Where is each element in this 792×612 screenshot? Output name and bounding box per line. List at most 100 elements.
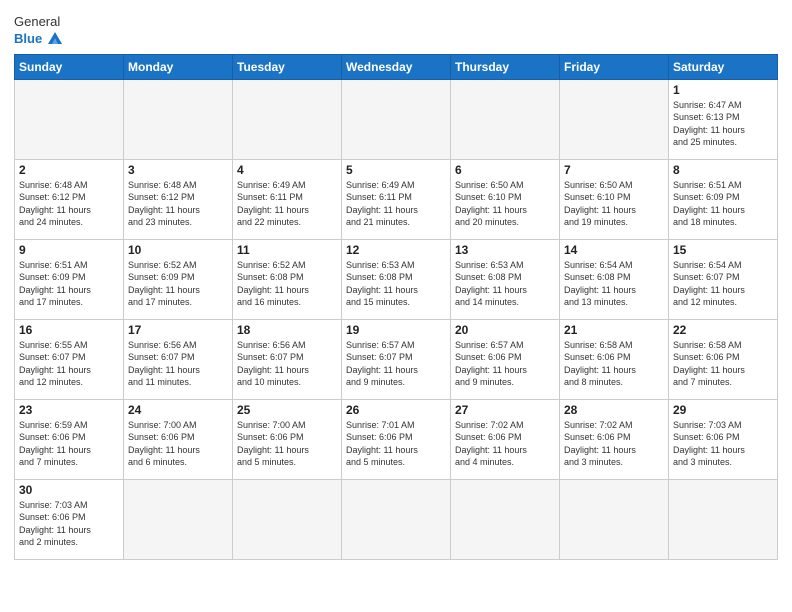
weekday-tuesday: Tuesday bbox=[233, 54, 342, 79]
calendar-cell bbox=[451, 479, 560, 559]
day-number: 11 bbox=[237, 243, 337, 257]
calendar-cell: 22 Sunrise: 6:58 AM Sunset: 6:06 PM Dayli… bbox=[669, 319, 778, 399]
day-number: 6 bbox=[455, 163, 555, 177]
day-info: Sunrise: 6:55 AM Sunset: 6:07 PM Dayligh… bbox=[19, 339, 119, 389]
calendar-cell: 18 Sunrise: 6:56 AM Sunset: 6:07 PM Dayli… bbox=[233, 319, 342, 399]
day-info: Sunrise: 7:02 AM Sunset: 6:06 PM Dayligh… bbox=[564, 419, 664, 469]
calendar-cell: 11 Sunrise: 6:52 AM Sunset: 6:08 PM Dayli… bbox=[233, 239, 342, 319]
calendar-cell: 14 Sunrise: 6:54 AM Sunset: 6:08 PM Dayli… bbox=[560, 239, 669, 319]
calendar-cell: 15 Sunrise: 6:54 AM Sunset: 6:07 PM Dayli… bbox=[669, 239, 778, 319]
day-info: Sunrise: 6:48 AM Sunset: 6:12 PM Dayligh… bbox=[128, 179, 228, 229]
calendar-cell: 9Sunrise: 6:51 AM Sunset: 6:09 PM Daylig… bbox=[15, 239, 124, 319]
day-number: 21 bbox=[564, 323, 664, 337]
day-number: 9 bbox=[19, 243, 119, 257]
calendar-cell bbox=[124, 479, 233, 559]
calendar-cell: 3 Sunrise: 6:48 AM Sunset: 6:12 PM Daylig… bbox=[124, 159, 233, 239]
day-number: 4 bbox=[237, 163, 337, 177]
week-row-4: 16 Sunrise: 6:55 AM Sunset: 6:07 PM Dayli… bbox=[15, 319, 778, 399]
weekday-monday: Monday bbox=[124, 54, 233, 79]
day-number: 20 bbox=[455, 323, 555, 337]
calendar-cell: 19 Sunrise: 6:57 AM Sunset: 6:07 PM Dayli… bbox=[342, 319, 451, 399]
calendar-cell: 6 Sunrise: 6:50 AM Sunset: 6:10 PM Daylig… bbox=[451, 159, 560, 239]
week-row-3: 9Sunrise: 6:51 AM Sunset: 6:09 PM Daylig… bbox=[15, 239, 778, 319]
day-number: 28 bbox=[564, 403, 664, 417]
calendar-cell: 25Sunrise: 7:00 AM Sunset: 6:06 PM Dayli… bbox=[233, 399, 342, 479]
calendar-cell bbox=[15, 79, 124, 159]
day-number: 3 bbox=[128, 163, 228, 177]
calendar-cell bbox=[560, 479, 669, 559]
day-info: Sunrise: 6:57 AM Sunset: 6:06 PM Dayligh… bbox=[455, 339, 555, 389]
calendar-cell: 21 Sunrise: 6:58 AM Sunset: 6:06 PM Dayli… bbox=[560, 319, 669, 399]
calendar-cell: 28 Sunrise: 7:02 AM Sunset: 6:06 PM Dayli… bbox=[560, 399, 669, 479]
calendar-cell: 5Sunrise: 6:49 AM Sunset: 6:11 PM Daylig… bbox=[342, 159, 451, 239]
day-number: 22 bbox=[673, 323, 773, 337]
day-info: Sunrise: 6:54 AM Sunset: 6:07 PM Dayligh… bbox=[673, 259, 773, 309]
day-info: Sunrise: 6:58 AM Sunset: 6:06 PM Dayligh… bbox=[673, 339, 773, 389]
day-number: 23 bbox=[19, 403, 119, 417]
day-info: Sunrise: 6:57 AM Sunset: 6:07 PM Dayligh… bbox=[346, 339, 446, 389]
calendar-cell bbox=[560, 79, 669, 159]
day-number: 19 bbox=[346, 323, 446, 337]
week-row-2: 2 Sunrise: 6:48 AM Sunset: 6:12 PM Daylig… bbox=[15, 159, 778, 239]
day-info: Sunrise: 6:47 AM Sunset: 6:13 PM Dayligh… bbox=[673, 99, 773, 149]
weekday-friday: Friday bbox=[560, 54, 669, 79]
calendar-cell: 12Sunrise: 6:53 AM Sunset: 6:08 PM Dayli… bbox=[342, 239, 451, 319]
calendar-cell: 26 Sunrise: 7:01 AM Sunset: 6:06 PM Dayli… bbox=[342, 399, 451, 479]
day-number: 7 bbox=[564, 163, 664, 177]
day-number: 17 bbox=[128, 323, 228, 337]
day-info: Sunrise: 6:58 AM Sunset: 6:06 PM Dayligh… bbox=[564, 339, 664, 389]
day-number: 10 bbox=[128, 243, 228, 257]
calendar-cell: 17 Sunrise: 6:56 AM Sunset: 6:07 PM Dayli… bbox=[124, 319, 233, 399]
day-number: 13 bbox=[455, 243, 555, 257]
weekday-saturday: Saturday bbox=[669, 54, 778, 79]
calendar-cell: 29Sunrise: 7:03 AM Sunset: 6:06 PM Dayli… bbox=[669, 399, 778, 479]
calendar-cell: 1 Sunrise: 6:47 AM Sunset: 6:13 PM Daylig… bbox=[669, 79, 778, 159]
calendar: SundayMondayTuesdayWednesdayThursdayFrid… bbox=[14, 54, 778, 560]
calendar-cell: 23 Sunrise: 6:59 AM Sunset: 6:06 PM Dayli… bbox=[15, 399, 124, 479]
calendar-cell: 20 Sunrise: 6:57 AM Sunset: 6:06 PM Dayli… bbox=[451, 319, 560, 399]
day-info: Sunrise: 6:53 AM Sunset: 6:08 PM Dayligh… bbox=[346, 259, 446, 309]
day-info: Sunrise: 6:56 AM Sunset: 6:07 PM Dayligh… bbox=[237, 339, 337, 389]
day-number: 2 bbox=[19, 163, 119, 177]
page: General Blue SundayMondayTuesdayWednesda… bbox=[0, 0, 792, 570]
day-number: 14 bbox=[564, 243, 664, 257]
calendar-cell: 2 Sunrise: 6:48 AM Sunset: 6:12 PM Daylig… bbox=[15, 159, 124, 239]
day-info: Sunrise: 7:01 AM Sunset: 6:06 PM Dayligh… bbox=[346, 419, 446, 469]
day-info: Sunrise: 6:50 AM Sunset: 6:10 PM Dayligh… bbox=[564, 179, 664, 229]
weekday-wednesday: Wednesday bbox=[342, 54, 451, 79]
calendar-cell bbox=[342, 79, 451, 159]
week-row-1: 1 Sunrise: 6:47 AM Sunset: 6:13 PM Daylig… bbox=[15, 79, 778, 159]
day-number: 24 bbox=[128, 403, 228, 417]
day-number: 15 bbox=[673, 243, 773, 257]
calendar-cell: 8Sunrise: 6:51 AM Sunset: 6:09 PM Daylig… bbox=[669, 159, 778, 239]
calendar-cell bbox=[669, 479, 778, 559]
day-number: 5 bbox=[346, 163, 446, 177]
day-info: Sunrise: 6:51 AM Sunset: 6:09 PM Dayligh… bbox=[673, 179, 773, 229]
day-info: Sunrise: 6:59 AM Sunset: 6:06 PM Dayligh… bbox=[19, 419, 119, 469]
day-info: Sunrise: 6:50 AM Sunset: 6:10 PM Dayligh… bbox=[455, 179, 555, 229]
day-info: Sunrise: 7:00 AM Sunset: 6:06 PM Dayligh… bbox=[128, 419, 228, 469]
calendar-cell: 4Sunrise: 6:49 AM Sunset: 6:11 PM Daylig… bbox=[233, 159, 342, 239]
week-row-6: 30 Sunrise: 7:03 AM Sunset: 6:06 PM Dayli… bbox=[15, 479, 778, 559]
day-number: 26 bbox=[346, 403, 446, 417]
weekday-sunday: Sunday bbox=[15, 54, 124, 79]
calendar-cell bbox=[233, 479, 342, 559]
day-info: Sunrise: 7:03 AM Sunset: 6:06 PM Dayligh… bbox=[673, 419, 773, 469]
calendar-cell: 16 Sunrise: 6:55 AM Sunset: 6:07 PM Dayli… bbox=[15, 319, 124, 399]
day-info: Sunrise: 6:56 AM Sunset: 6:07 PM Dayligh… bbox=[128, 339, 228, 389]
weekday-header-row: SundayMondayTuesdayWednesdayThursdayFrid… bbox=[15, 54, 778, 79]
calendar-cell bbox=[124, 79, 233, 159]
calendar-cell: 27Sunrise: 7:02 AM Sunset: 6:06 PM Dayli… bbox=[451, 399, 560, 479]
day-info: Sunrise: 6:52 AM Sunset: 6:08 PM Dayligh… bbox=[237, 259, 337, 309]
day-number: 18 bbox=[237, 323, 337, 337]
calendar-cell bbox=[342, 479, 451, 559]
calendar-cell: 10 Sunrise: 6:52 AM Sunset: 6:09 PM Dayli… bbox=[124, 239, 233, 319]
day-info: Sunrise: 7:02 AM Sunset: 6:06 PM Dayligh… bbox=[455, 419, 555, 469]
day-info: Sunrise: 6:54 AM Sunset: 6:08 PM Dayligh… bbox=[564, 259, 664, 309]
day-number: 30 bbox=[19, 483, 119, 497]
day-info: Sunrise: 6:52 AM Sunset: 6:09 PM Dayligh… bbox=[128, 259, 228, 309]
day-number: 1 bbox=[673, 83, 773, 97]
day-info: Sunrise: 6:48 AM Sunset: 6:12 PM Dayligh… bbox=[19, 179, 119, 229]
day-number: 16 bbox=[19, 323, 119, 337]
day-info: Sunrise: 7:03 AM Sunset: 6:06 PM Dayligh… bbox=[19, 499, 119, 549]
